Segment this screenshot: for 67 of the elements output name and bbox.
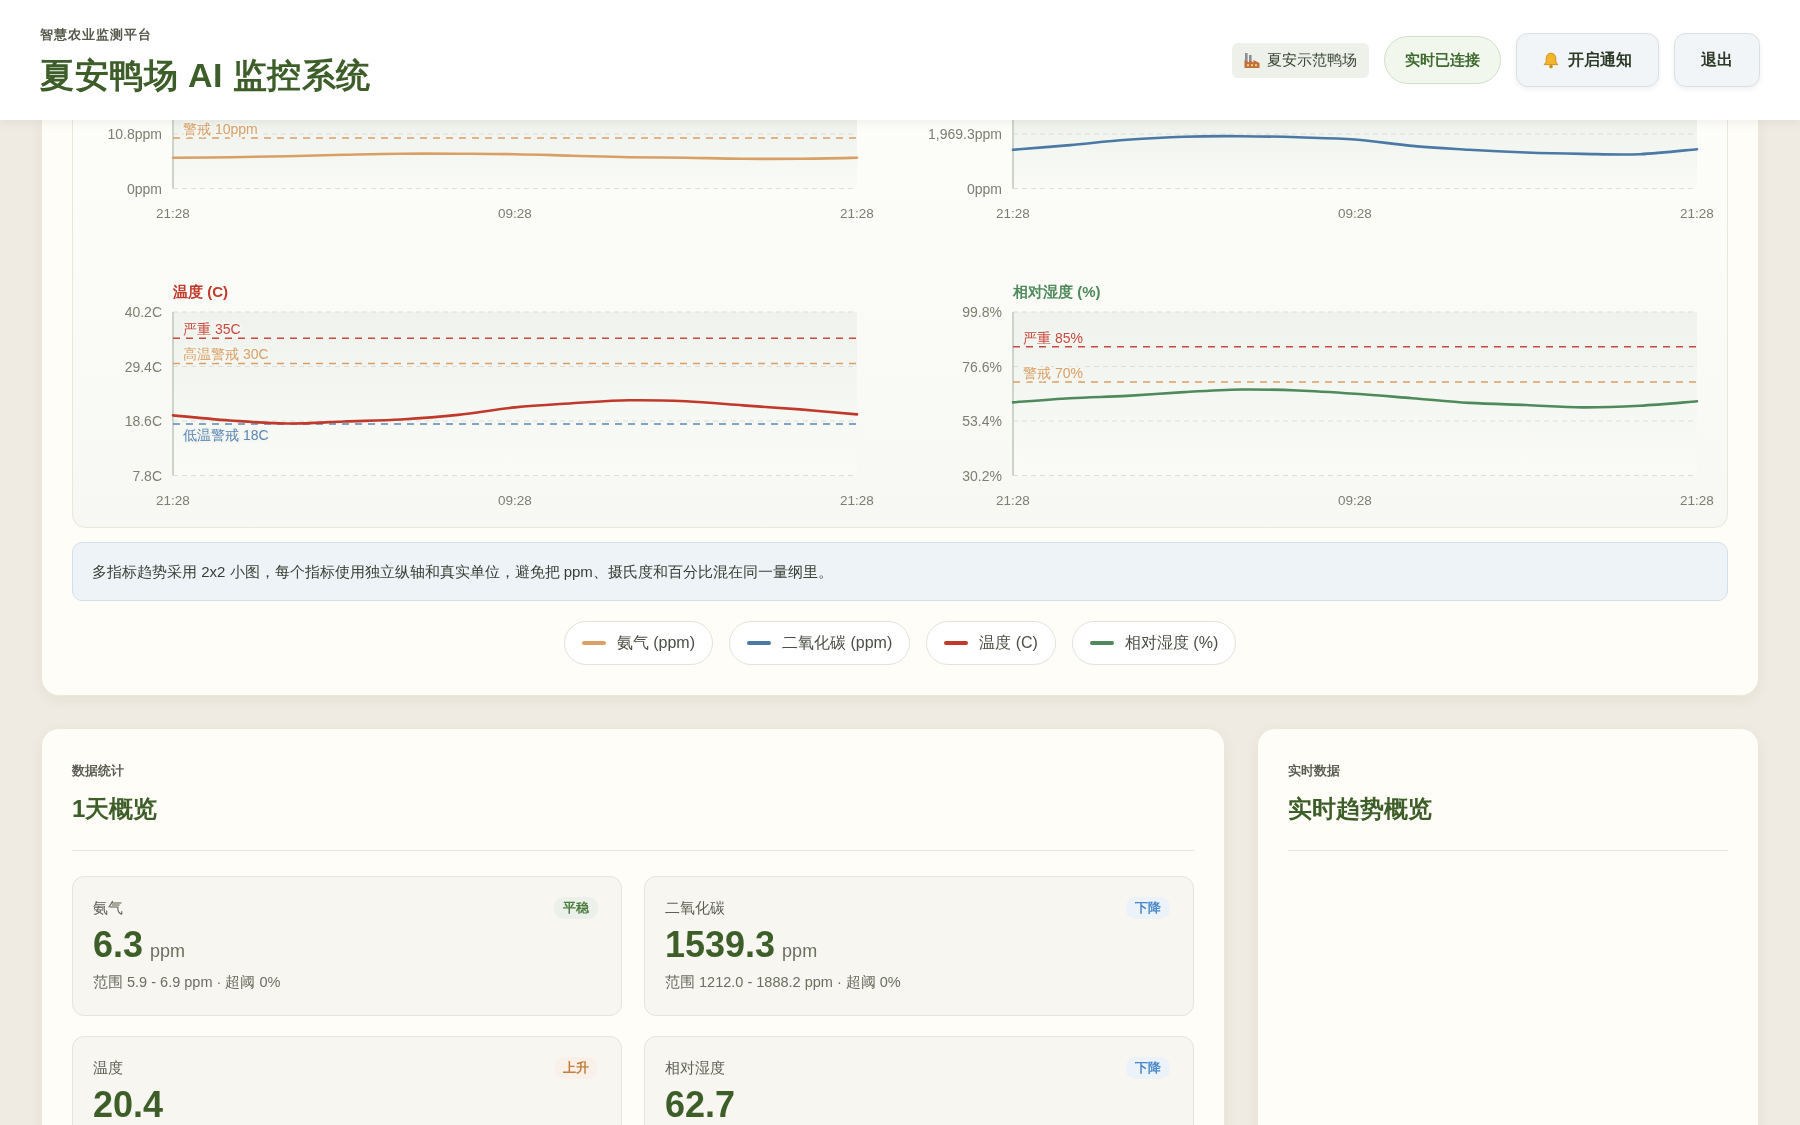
axis-tick-label: 18.6C — [124, 412, 162, 429]
axis-tick-label: 99.8% — [962, 303, 1002, 320]
notification-button[interactable]: 开启通知 — [1516, 33, 1659, 87]
trend-badge: 下降 — [1126, 1057, 1170, 1079]
axis-tick-label: 76.6% — [962, 358, 1002, 374]
trend-badge: 上升 — [554, 1057, 598, 1079]
threshold-label: 警戒 10ppm — [183, 121, 258, 138]
axis-tick-label: 10.8ppm — [107, 126, 162, 142]
axis-tick-label: 09:28 — [1338, 205, 1372, 221]
metric-label: 温度 — [93, 1058, 123, 1078]
axis-tick-label: 1,969.3ppm — [928, 126, 1002, 142]
metric-range: 范围 1212.0 - 1888.2 ppm · 超阈 0% — [665, 973, 902, 992]
section-label: 实时数据 — [1288, 762, 1341, 780]
axis-tick-label: 21:28 — [156, 205, 190, 221]
metric-label: 氨气 — [93, 898, 123, 918]
threshold-label: 警戒 70% — [1023, 364, 1083, 381]
axis-tick-label: 40.2C — [124, 303, 162, 320]
bell-icon — [1543, 51, 1559, 69]
trend-badge: 平稳 — [554, 897, 598, 919]
legend-item[interactable]: 氨气 (ppm) — [563, 621, 713, 665]
section-title: 1天概览 — [72, 794, 159, 824]
axis-tick-label: 09:28 — [498, 205, 532, 221]
metric-value: 20.4 — [93, 1086, 164, 1124]
info-note: 多指标趋势采用 2x2 小图，每个指标使用独立纵轴和真实单位，避免把 ppm、摄氏度和百分比混在同一量纲里。 — [72, 542, 1728, 601]
metric-label: 相对湿度 — [665, 1058, 725, 1078]
legend-item[interactable]: 相对湿度 (%) — [1071, 621, 1237, 665]
axis-tick-label: 09:28 — [1338, 492, 1372, 507]
threshold-label: 低温警戒 18C — [183, 426, 269, 443]
axis-tick-label: 7.8C — [132, 467, 162, 483]
logout-button[interactable]: 退出 — [1674, 33, 1760, 87]
section-label: 数据统计 — [72, 762, 125, 780]
factory-icon — [1244, 52, 1260, 68]
threshold-label: 严重 35C — [183, 320, 241, 337]
axis-tick-label: 21:28 — [840, 492, 874, 507]
metric-unit: ppm — [150, 941, 186, 962]
axis-tick-label: 29.4C — [124, 358, 162, 374]
axis-tick-label: 53.4% — [962, 412, 1002, 429]
axis-tick-label: 30.2% — [962, 467, 1002, 483]
axis-tick-label: 0ppm — [966, 180, 1002, 197]
axis-tick-label: 21:28 — [996, 205, 1030, 221]
legend-item[interactable]: 二氧化碳 (ppm) — [729, 621, 911, 665]
legend-item[interactable]: 温度 (C) — [926, 621, 1056, 665]
y-axis — [172, 120, 174, 190]
metric-value: 6.3 — [93, 926, 144, 964]
page-title: 夏安鸭场 AI 监控系统 — [40, 54, 371, 95]
connection-status: 实时已连接 — [1384, 36, 1501, 84]
axis-tick-label: 21:28 — [1680, 492, 1714, 507]
axis-tick-label: 21:28 — [840, 205, 874, 221]
threshold-label: 严重 85% — [1023, 329, 1083, 346]
axis-tick-label: 21:28 — [156, 492, 190, 507]
axis-tick-label: 21:28 — [996, 492, 1030, 507]
farm-name: 夏安示范鸭场 — [1267, 50, 1357, 70]
chart-title: 温度 (C) — [173, 282, 228, 300]
metric-value: 1539.3 — [665, 926, 776, 964]
trend-badge: 下降 — [1126, 897, 1170, 919]
metric-range: 范围 5.9 - 6.9 ppm · 超阈 0% — [93, 973, 282, 992]
chart-title: 相对湿度 (%) — [1013, 282, 1101, 300]
axis-tick-label: 0ppm — [126, 180, 162, 197]
section-title: 实时趋势概览 — [1288, 794, 1433, 824]
platform-subtitle: 智慧农业监测平台 — [40, 25, 153, 44]
metric-unit: ppm — [782, 941, 818, 962]
axis-tick-label: 21:28 — [1680, 205, 1714, 221]
metric-value: 62.7 — [665, 1086, 736, 1124]
metric-label: 二氧化碳 — [665, 898, 725, 918]
axis-tick-label: 09:28 — [498, 492, 532, 507]
y-axis — [1012, 120, 1014, 190]
threshold-label: 高温警戒 30C — [183, 345, 269, 362]
